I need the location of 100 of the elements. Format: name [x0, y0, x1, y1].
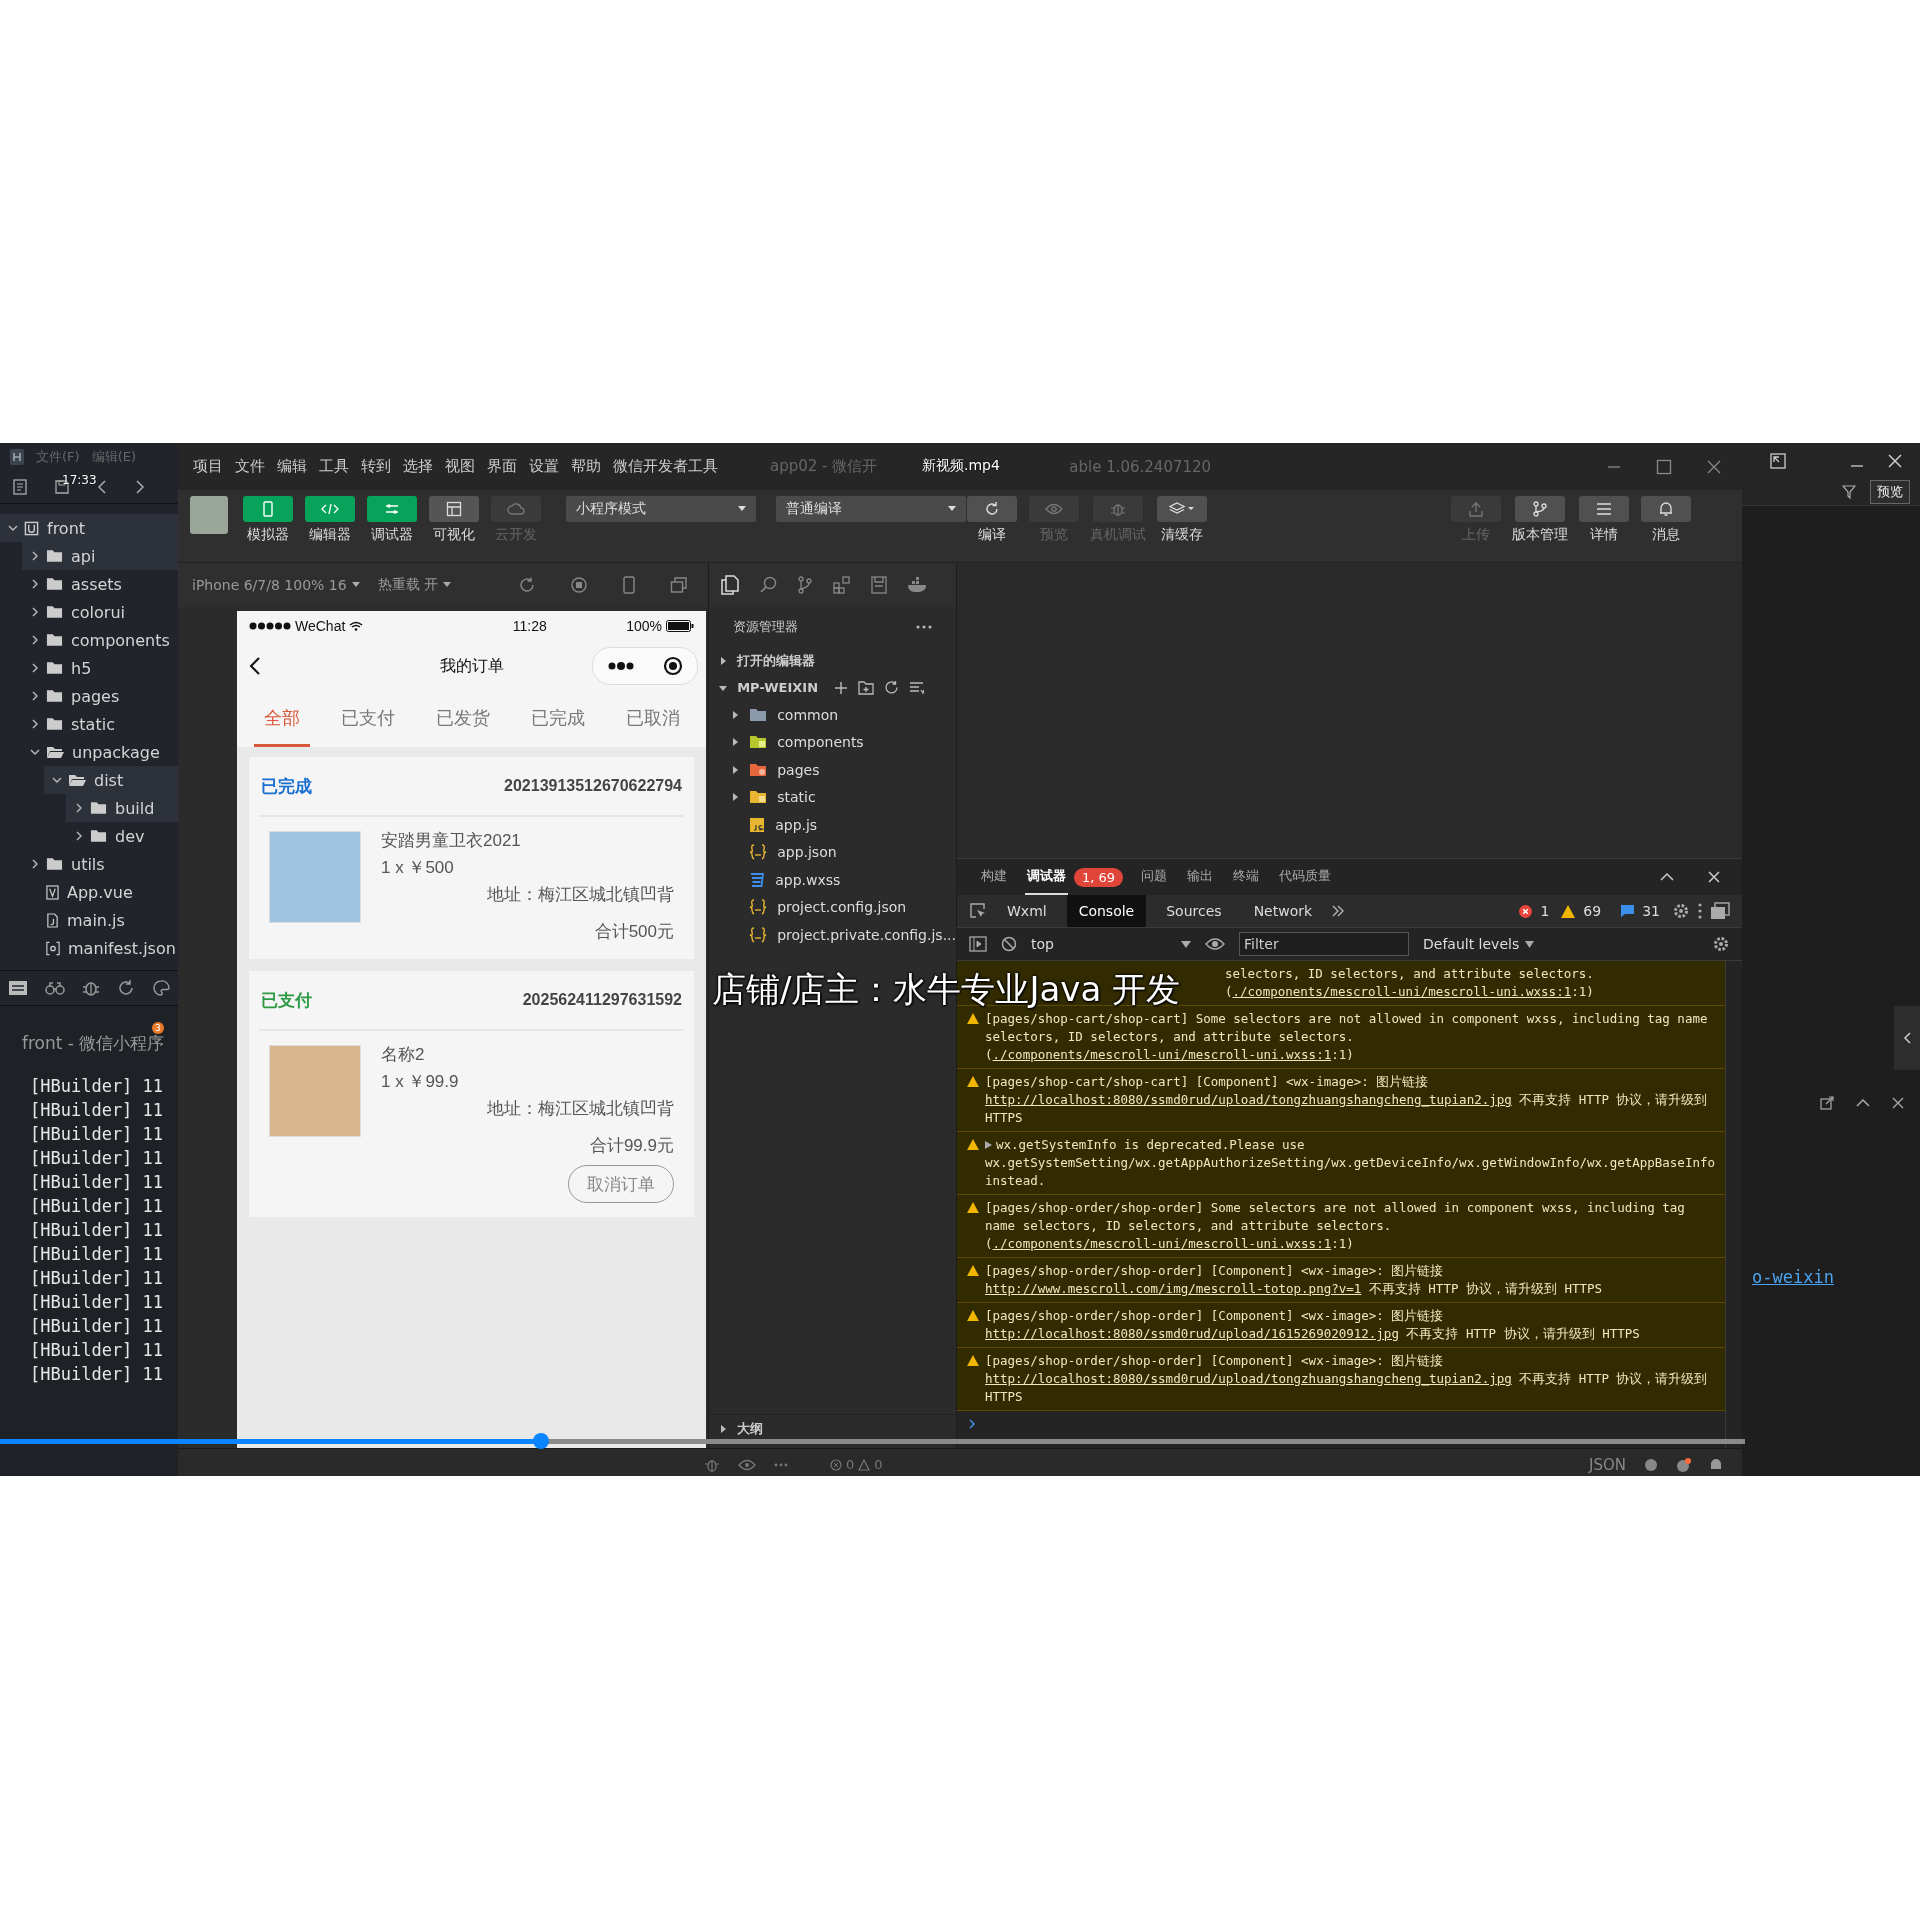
bell-icon[interactable] [1710, 1457, 1722, 1472]
menu-item[interactable]: 选择 [403, 457, 433, 476]
refresh-icon[interactable] [884, 680, 899, 695]
file-tree-item[interactable]: project.private.config.js... [777, 926, 956, 943]
chevron-up-icon[interactable] [1660, 872, 1674, 882]
filter-icon[interactable] [1842, 485, 1856, 499]
order-tab[interactable]: 已发货 [425, 691, 500, 747]
chevron-icon[interactable] [30, 551, 40, 561]
link[interactable]: o-weixin [1752, 1267, 1834, 1287]
file-tree-item[interactable]: project.config.json [777, 899, 907, 916]
tree-item-label[interactable]: colorui [71, 602, 125, 622]
devtools-tab[interactable]: Sources [1154, 895, 1234, 927]
branch-button[interactable] [1515, 496, 1565, 522]
binoculars-icon[interactable] [45, 980, 66, 996]
source-link[interactable]: ./components/mescroll-uni/mescroll-uni.wxss:1 [1232, 984, 1572, 999]
compile-button[interactable] [967, 496, 1017, 522]
tree-item-label[interactable]: dist [94, 770, 124, 790]
close-icon[interactable] [1706, 458, 1722, 475]
chevron-icon[interactable] [74, 831, 84, 841]
chevron-icon[interactable] [30, 747, 40, 757]
menu-item[interactable]: 文件 [235, 457, 265, 476]
order-tab[interactable]: 已完成 [520, 691, 595, 747]
video-progress-track[interactable] [0, 1433, 1745, 1449]
menu-item[interactable]: 项目 [193, 457, 223, 476]
menu-item[interactable]: 帮助 [571, 457, 601, 476]
settings-icon[interactable] [1712, 935, 1730, 953]
tree-item-label[interactable]: components [71, 630, 170, 650]
section-header[interactable]: 大纲 [737, 1419, 764, 1438]
order-tab[interactable]: 全部 [253, 691, 310, 747]
devtools-tab[interactable]: Wxml [995, 895, 1059, 927]
menu-item[interactable]: 转到 [361, 457, 391, 476]
chevron-icon[interactable] [30, 663, 40, 673]
console-title[interactable]: front - 微信小程序 [22, 1031, 165, 1055]
back-icon[interactable] [96, 479, 108, 495]
file-tree-item[interactable]: app.js [775, 816, 818, 833]
compile-mode-dropdown[interactable]: 普通编译 [776, 496, 966, 522]
eye-icon[interactable] [1205, 938, 1225, 950]
new-file-icon[interactable] [12, 479, 28, 495]
more-icon[interactable] [916, 625, 932, 629]
more-icon[interactable] [607, 662, 634, 670]
order-tab[interactable]: 已支付 [330, 691, 405, 747]
context-dropdown[interactable]: top [1031, 936, 1191, 952]
file-tree-item[interactable]: static [777, 789, 816, 806]
dock-icon[interactable] [1710, 902, 1730, 920]
plus-icon[interactable] [834, 680, 848, 695]
palette-icon[interactable] [151, 979, 170, 997]
tree-item-label[interactable]: unpackage [72, 742, 160, 762]
chevron-icon[interactable] [30, 607, 40, 617]
filter-input[interactable]: Filter [1239, 932, 1409, 956]
clear-cache-button[interactable] [1157, 496, 1207, 522]
inspect-icon[interactable] [969, 902, 987, 920]
chevron-icon[interactable] [8, 523, 18, 533]
log-levels-dropdown[interactable]: Default levels [1423, 936, 1535, 952]
record-icon[interactable] [570, 576, 589, 594]
menu-item[interactable]: 界面 [487, 457, 517, 476]
view-toggle-button[interactable] [305, 496, 355, 522]
panel-tab[interactable]: 终端 [1231, 859, 1262, 895]
section-header[interactable]: 打开的编辑器 [737, 651, 816, 670]
phone-icon[interactable] [622, 576, 637, 594]
close-icon[interactable] [1888, 454, 1902, 468]
panel-tab[interactable]: 问题 [1139, 859, 1170, 895]
triangle-icon[interactable] [731, 710, 740, 719]
preview-button[interactable]: 预览 [1870, 480, 1910, 504]
files-icon[interactable] [8, 980, 29, 996]
panel-tab[interactable]: 输出 [1185, 859, 1216, 895]
triangle-icon[interactable] [731, 765, 740, 774]
video-progress-thumb[interactable] [532, 1433, 549, 1449]
menu-item[interactable]: 设置 [529, 457, 559, 476]
menu-item[interactable]: 编辑 [277, 457, 307, 476]
chevron-icon[interactable] [30, 579, 40, 589]
file-tree-item[interactable]: components [777, 734, 864, 751]
tree-item-label[interactable]: manifest.json [68, 938, 176, 958]
bell-button[interactable] [1641, 496, 1691, 522]
device-dropdown[interactable]: iPhone 6/7/8 100% 16 [192, 577, 360, 593]
view-toggle-button[interactable] [429, 496, 479, 522]
panel-tab[interactable]: 构建 [979, 859, 1009, 895]
window-layout-icon[interactable] [1770, 453, 1786, 469]
chevron-icon[interactable] [52, 775, 62, 785]
clear-icon[interactable] [1001, 936, 1017, 952]
notification-icon[interactable] [1676, 1456, 1692, 1473]
source-link[interactable]: http://localhost:8080/ssmd0rud/upload/1615269020912.jpg [985, 1326, 1399, 1341]
windows-icon[interactable] [670, 576, 689, 594]
extensions-icon[interactable] [833, 576, 852, 594]
menu-button[interactable] [1579, 496, 1629, 522]
chevron-icon[interactable] [30, 635, 40, 645]
more-tabs-icon[interactable] [1332, 905, 1345, 917]
menu-item[interactable]: 微信开发者工具 [613, 457, 718, 476]
view-toggle-button[interactable] [367, 496, 417, 522]
source-link[interactable]: http://localhost:8080/ssmd0rud/upload/tongzhuangshangcheng_tupian2.jpg [985, 1371, 1512, 1386]
panel-tab[interactable]: 代码质量 [1277, 859, 1334, 895]
kebab-menu-icon[interactable] [1698, 903, 1702, 919]
source-link[interactable]: http://localhost:8080/ssmd0rud/upload/tongzhuangshangcheng_tupian2.jpg [985, 1092, 1512, 1107]
new-folder-icon[interactable] [858, 680, 874, 695]
rotate-icon[interactable] [518, 576, 537, 594]
file-tree-item[interactable]: common [777, 706, 839, 723]
bug-icon[interactable] [82, 979, 100, 997]
section-header[interactable]: MP-WEIXIN [737, 680, 818, 695]
chevron-icon[interactable] [30, 691, 40, 701]
settings-icon[interactable] [1672, 902, 1690, 920]
tree-item-label[interactable]: pages [71, 686, 120, 706]
